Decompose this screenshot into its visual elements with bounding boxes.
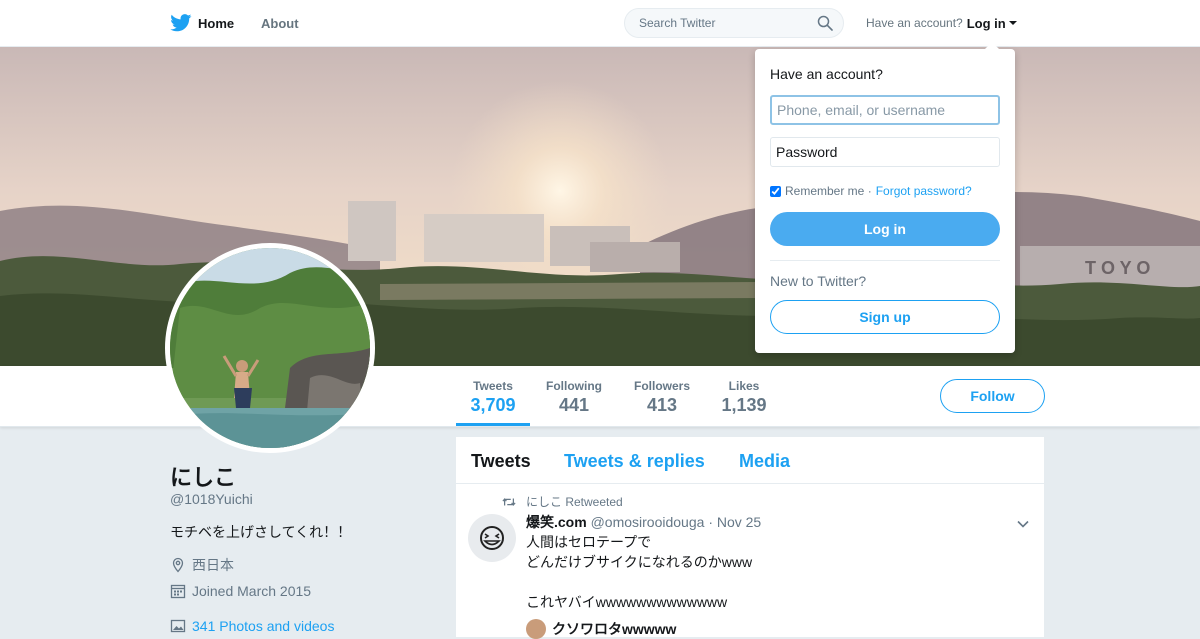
tweet-date[interactable]: · Nov 25 — [708, 514, 761, 530]
search-icon[interactable] — [817, 15, 833, 31]
tweet-text-line: 人間はセロテープで — [526, 534, 652, 550]
retweet-context: にしこ Retweeted — [502, 493, 623, 510]
laughing-face-icon — [480, 526, 504, 550]
tweet-header: 爆笑.com @omosirooidouga · Nov 25 — [526, 512, 761, 532]
login-link[interactable]: Log in — [967, 16, 1006, 31]
remember-me-checkbox[interactable] — [770, 185, 781, 197]
profile-avatar[interactable] — [165, 243, 375, 453]
login-dropdown: Have an account? Remember me · Forgot pa… — [755, 42, 1015, 353]
search-input[interactable] — [637, 15, 811, 31]
nav-about-label: About — [261, 15, 299, 31]
nav-about[interactable]: About — [261, 0, 299, 46]
account-menu: Have an account? Log in — [866, 0, 1017, 46]
tab-tweets[interactable]: Tweets — [471, 451, 531, 472]
password-input[interactable] — [770, 137, 1000, 167]
chevron-down-icon[interactable] — [1016, 517, 1030, 531]
image-icon — [170, 619, 186, 633]
login-button[interactable]: Log in — [770, 212, 1000, 246]
stat-following-value: 441 — [558, 395, 590, 415]
stat-tweets-value: 3,709 — [470, 395, 516, 415]
stat-tweets[interactable]: Tweets 3,709 — [456, 366, 530, 426]
retweet-icon — [502, 497, 516, 506]
tweet-author-handle[interactable]: @omosirooidouga — [591, 514, 705, 530]
top-navigation-bar: Home About Have an account? Log in — [0, 0, 1200, 47]
nav-home[interactable]: Home — [170, 0, 234, 46]
forgot-password-link[interactable]: Forgot password? — [876, 184, 972, 198]
tweet-text-line: どんだけブサイクになれるのかwww — [526, 554, 753, 570]
location-pin-icon — [172, 557, 184, 573]
caret-down-icon[interactable] — [1008, 21, 1017, 25]
dropdown-divider — [770, 260, 1000, 261]
remember-row: Remember me · Forgot password? — [770, 184, 972, 198]
quoted-avatar — [526, 619, 546, 639]
login-title: Have an account? — [770, 66, 883, 82]
stat-followers[interactable]: Followers 413 — [626, 366, 698, 426]
new-to-twitter-text: New to Twitter? — [770, 273, 867, 289]
search-box — [624, 8, 844, 38]
quoted-name: クソワロタwwwww — [552, 621, 677, 637]
profile-location: 西日本 — [170, 555, 234, 575]
profile-location-text: 西日本 — [192, 557, 234, 573]
username-input[interactable] — [770, 95, 1000, 125]
profile-photos-link[interactable]: 341 Photos and videos — [170, 618, 334, 634]
banner-sign-text: T O Y O — [1085, 258, 1150, 278]
tweet-author-avatar[interactable] — [468, 514, 516, 562]
timeline-tabs: Tweets Tweets & replies Media — [456, 437, 1044, 484]
tweet-author-name[interactable]: 爆笑.com — [526, 514, 587, 530]
nav-home-label: Home — [198, 15, 235, 31]
stat-likes-value: 1,139 — [721, 395, 767, 415]
stat-followers-label: Followers — [633, 379, 690, 393]
dropdown-arrow — [985, 42, 999, 49]
tweet-text-line: これヤバイwwwwwwwwwwwww — [526, 594, 728, 610]
stat-likes-label: Likes — [728, 379, 760, 393]
twitter-bird-icon — [170, 14, 192, 32]
tab-tweets-replies[interactable]: Tweets & replies — [564, 451, 705, 472]
tab-media[interactable]: Media — [739, 451, 790, 472]
follow-button[interactable]: Follow — [940, 379, 1045, 413]
profile-joined: Joined March 2015 — [170, 583, 311, 599]
stat-following[interactable]: Following 441 — [540, 366, 608, 426]
stat-followers-value: 413 — [646, 395, 678, 415]
profile-photos-text: 341 Photos and videos — [192, 618, 335, 634]
profile-bio: モチベを上げさしてくれ！！ — [170, 524, 352, 540]
quoted-tweet[interactable]: クソワロタwwwww — [526, 619, 676, 639]
profile-name: にしこ — [170, 465, 237, 490]
profile-handle[interactable]: @1018Yuichi — [170, 491, 253, 507]
signup-button[interactable]: Sign up — [770, 300, 1000, 334]
timeline: Tweets Tweets & replies Media にしこ Retwee… — [456, 437, 1044, 639]
stat-following-label: Following — [546, 379, 602, 393]
calendar-icon — [170, 584, 186, 599]
avatar-photo — [170, 248, 370, 448]
account-prompt: Have an account? — [866, 16, 963, 30]
retweet-context-text: にしこ Retweeted — [526, 495, 623, 509]
remember-me-label[interactable]: Remember me · — [785, 184, 872, 198]
stat-tweets-label: Tweets — [473, 379, 513, 393]
stat-likes[interactable]: Likes 1,139 — [716, 366, 772, 426]
profile-joined-text: Joined March 2015 — [192, 583, 312, 599]
